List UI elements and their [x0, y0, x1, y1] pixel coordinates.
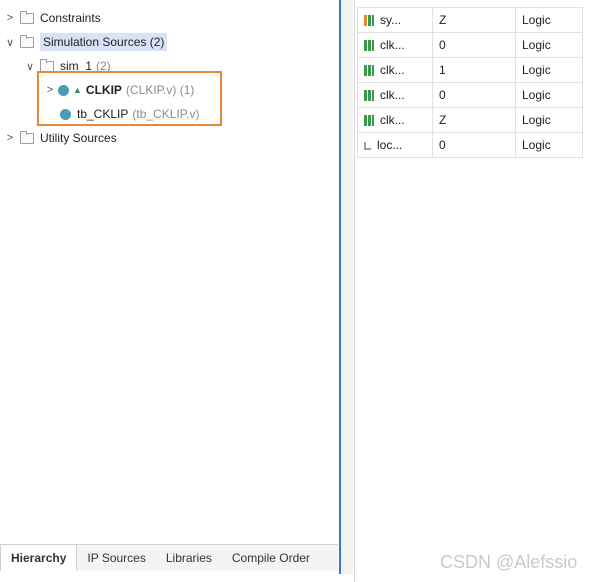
signal-wave-icon — [364, 65, 374, 77]
signal-value: 0 — [432, 32, 516, 58]
signal-row[interactable]: loc... 0 Logic — [357, 132, 583, 158]
signals-table: sy... Z Logic clk... 0 Logic clk... 1 Logic clk..… — [357, 7, 583, 158]
signal-name: clk... — [380, 63, 405, 77]
sources-hierarchy-panel: > Constraints ∨ Simulation Sources (2) ∨… — [0, 0, 339, 574]
signal-name-cell[interactable]: clk... — [357, 32, 433, 58]
signal-name: clk... — [380, 113, 405, 127]
tab-ip-sources[interactable]: IP Sources — [77, 545, 155, 571]
tree-row-clkip[interactable]: > ▲ CLKIP (CLKIP.v) (1) — [44, 80, 195, 100]
signal-wave-icon — [364, 40, 374, 52]
tree-row-tb-cklip[interactable]: tb_CKLIP (tb_CKLIP.v) — [58, 104, 200, 124]
tab-libraries[interactable]: Libraries — [156, 545, 222, 571]
tree-file-tb-cklip: (tb_CKLIP.v) — [132, 107, 200, 121]
tree-row-constraints[interactable]: > Constraints — [4, 8, 101, 28]
tab-hierarchy[interactable]: Hierarchy — [0, 545, 78, 571]
watermark: CSDN @Alefssio — [440, 552, 578, 572]
local-signal-icon — [364, 141, 371, 150]
simulation-source-icon — [58, 84, 69, 96]
tree-file-clkip: (CLKIP.v) (1) — [125, 83, 195, 97]
tab-compile-order[interactable]: Compile Order — [222, 545, 320, 571]
tree-label-simulation-sources: Simulation Sources (2) — [40, 33, 168, 51]
signal-name-cell[interactable]: clk... — [357, 107, 433, 133]
signal-value: Z — [432, 7, 516, 33]
tree-label-tb-cklip: tb_CKLIP — [77, 107, 129, 121]
signal-value: 0 — [432, 82, 516, 108]
tree-label-utility-sources: Utility Sources — [40, 131, 117, 145]
chevron-right-icon[interactable]: > — [4, 132, 16, 144]
signal-type: Logic — [515, 132, 583, 158]
signal-wave-icon — [364, 115, 374, 127]
signal-wave-icon — [364, 90, 374, 102]
signal-wave-icon — [364, 15, 374, 27]
signal-name-cell[interactable]: sy... — [357, 7, 433, 33]
chevron-down-icon[interactable]: ∨ — [4, 36, 16, 49]
signal-name: clk... — [380, 38, 405, 52]
signal-row[interactable]: clk... Z Logic — [357, 107, 583, 133]
signal-value: Z — [432, 107, 516, 133]
signal-name: sy... — [380, 13, 402, 27]
tree-label-constraints: Constraints — [40, 11, 101, 25]
objects-panel: sy... Z Logic clk... 0 Logic clk... 1 Logic clk..… — [354, 0, 597, 582]
panel-gap — [341, 0, 353, 574]
signal-name-cell[interactable]: loc... — [357, 132, 433, 158]
folder-icon — [20, 34, 34, 48]
signal-row[interactable]: sy... Z Logic — [357, 7, 583, 33]
tree-row-utility-sources[interactable]: > Utility Sources — [4, 128, 117, 148]
tree-label-clkip: CLKIP — [85, 83, 122, 97]
signal-row[interactable]: clk... 0 Logic — [357, 32, 583, 58]
chevron-right-icon[interactable]: > — [4, 12, 16, 24]
signal-name-cell[interactable]: clk... — [357, 82, 433, 108]
signal-row[interactable]: clk... 0 Logic — [357, 82, 583, 108]
signal-type: Logic — [515, 32, 583, 58]
signal-type: Logic — [515, 57, 583, 83]
tree-row-simulation-sources[interactable]: ∨ Simulation Sources (2) — [4, 32, 168, 52]
signal-name: loc... — [377, 138, 403, 152]
folder-icon — [40, 58, 54, 72]
signal-type: Logic — [515, 7, 583, 33]
hierarchy-icon: ▲ — [73, 85, 82, 95]
bottom-tab-bar: Hierarchy IP Sources Libraries Compile O… — [0, 544, 338, 571]
signal-value: 1 — [432, 57, 516, 83]
signal-name-cell[interactable]: clk... — [357, 57, 433, 83]
folder-icon — [20, 130, 34, 144]
folder-icon — [20, 10, 34, 24]
signal-type: Logic — [515, 82, 583, 108]
signal-name: clk... — [380, 88, 405, 102]
signal-type: Logic — [515, 107, 583, 133]
signal-row[interactable]: clk... 1 Logic — [357, 57, 583, 83]
chevron-right-icon[interactable]: > — [44, 84, 56, 96]
signal-value: 0 — [432, 132, 516, 158]
simulation-source-icon — [60, 108, 71, 120]
chevron-down-icon[interactable]: ∨ — [24, 60, 36, 73]
